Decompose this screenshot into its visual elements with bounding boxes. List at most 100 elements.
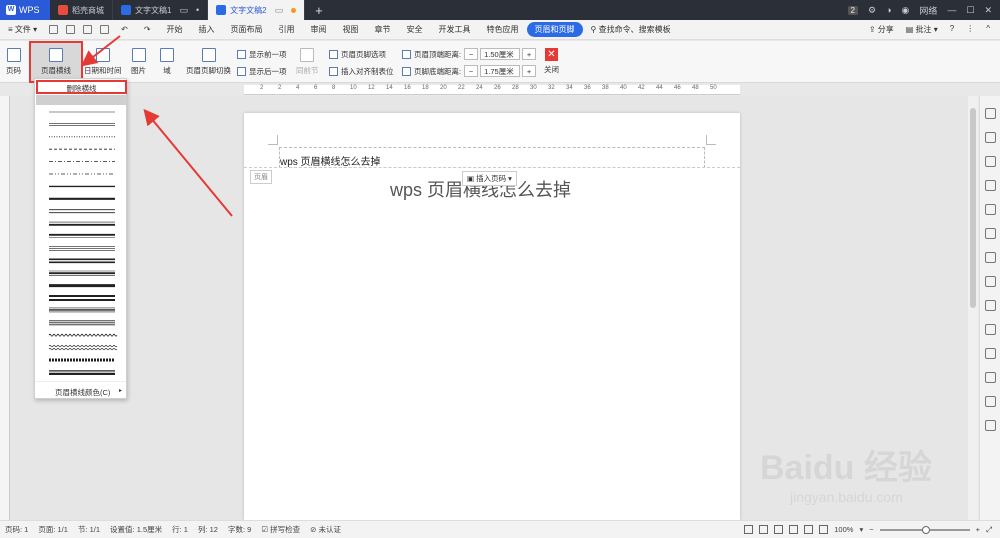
zoom-in-icon[interactable]: + bbox=[976, 525, 980, 534]
print-preview-icon[interactable] bbox=[66, 25, 76, 34]
line-style-option[interactable] bbox=[49, 307, 115, 313]
status-setting[interactable]: 设置值: 1.5厘米 bbox=[105, 524, 167, 535]
page-number-button[interactable]: 页码 bbox=[6, 48, 21, 76]
header-top-stepper[interactable]: − 1.50厘米 + bbox=[464, 48, 537, 60]
chevron-down-icon[interactable]: ▾ bbox=[859, 525, 863, 534]
switch-button[interactable]: 页眉页脚切换 bbox=[186, 48, 231, 76]
document-page[interactable]: wps 页眉横线怎么去掉 页眉 wps 页眉横线怎么去掉 ▣ 插入页码 ▾ bbox=[244, 113, 740, 520]
account-icon[interactable]: ◉ bbox=[902, 5, 910, 16]
redo-icon[interactable]: ↷ bbox=[136, 25, 159, 34]
tab-screen-icon[interactable]: ▭ bbox=[179, 5, 188, 16]
table-icon[interactable] bbox=[985, 180, 996, 191]
line-style-option[interactable] bbox=[48, 333, 118, 337]
web-view-icon[interactable] bbox=[804, 525, 814, 534]
cert-status[interactable]: ⊘ 未认证 bbox=[305, 524, 346, 535]
insert-page-number-button[interactable]: ▣ 插入页码 ▾ bbox=[462, 171, 517, 186]
help-icon[interactable] bbox=[985, 420, 996, 431]
field-button[interactable]: 域 bbox=[160, 48, 174, 76]
select-icon[interactable] bbox=[985, 132, 996, 143]
menu-review[interactable]: 审阅 bbox=[303, 24, 335, 35]
menu-start[interactable]: 开始 bbox=[159, 24, 191, 35]
tab-doc1[interactable]: 文字文稿1 ▭ • bbox=[113, 0, 209, 20]
close-header-footer-button[interactable]: ✕ 关闭 bbox=[544, 48, 559, 75]
date-time-button[interactable]: 日期和时间 bbox=[84, 48, 122, 76]
zoom-out-icon[interactable]: − bbox=[869, 525, 873, 534]
menu-security[interactable]: 安全 bbox=[399, 24, 431, 35]
line-style-option[interactable] bbox=[49, 221, 115, 226]
header-text[interactable]: wps 页眉横线怎么去掉 bbox=[280, 153, 381, 168]
tab-daoke[interactable]: 稻壳商城 bbox=[50, 0, 113, 20]
increment-button[interactable]: + bbox=[522, 48, 537, 60]
help-button[interactable]: ? bbox=[950, 24, 954, 35]
menu-header-footer[interactable]: 页眉和页脚 bbox=[526, 22, 583, 37]
more-icon[interactable]: ⋮ bbox=[966, 24, 974, 35]
line-style-option[interactable] bbox=[49, 233, 115, 238]
scroll-thumb[interactable] bbox=[970, 108, 976, 308]
vertical-scrollbar[interactable] bbox=[968, 96, 978, 520]
history-icon[interactable] bbox=[985, 372, 996, 383]
vertical-ruler[interactable] bbox=[0, 96, 10, 520]
spell-check-button[interactable]: ☑ 拼写检查 bbox=[256, 524, 305, 535]
status-page[interactable]: 页码: 1 bbox=[0, 524, 33, 535]
hf-options-button[interactable]: 页眉页脚选项 bbox=[329, 49, 386, 60]
line-style-option[interactable] bbox=[49, 246, 115, 251]
minimize-icon[interactable]: — bbox=[947, 5, 956, 15]
decrement-button[interactable]: − bbox=[464, 48, 479, 60]
line-style-option[interactable] bbox=[49, 258, 115, 264]
line-styles-list[interactable] bbox=[35, 79, 128, 379]
show-next-button[interactable]: 显示后一项 bbox=[237, 66, 287, 77]
layout-icon[interactable] bbox=[985, 324, 996, 335]
page-count-badge[interactable]: 2 bbox=[847, 5, 858, 15]
line-style-option[interactable] bbox=[49, 295, 115, 301]
wps-logo[interactable]: W WPS bbox=[0, 0, 50, 20]
tab-doc2[interactable]: 文字文稿2 ▭ bbox=[208, 0, 306, 20]
account-label[interactable]: 网络 bbox=[919, 4, 937, 17]
header-line-button[interactable]: 页眉横线 bbox=[29, 41, 83, 83]
collapse-icon[interactable]: ^ bbox=[986, 24, 990, 35]
page-view-icon[interactable] bbox=[789, 525, 799, 534]
doc-assistant-icon[interactable] bbox=[985, 252, 996, 263]
search-command[interactable]: ⚲ 查找命令、搜索模板 bbox=[583, 24, 679, 35]
undo-icon[interactable]: ↶ bbox=[113, 25, 136, 34]
image-icon[interactable] bbox=[985, 348, 996, 359]
line-style-option[interactable] bbox=[49, 270, 115, 276]
zoom-slider[interactable] bbox=[879, 525, 970, 534]
comment-button[interactable]: ▤ 批注 ▾ bbox=[906, 24, 938, 35]
menu-layout[interactable]: 页面布局 bbox=[223, 24, 271, 35]
header-top-input[interactable]: 1.50厘米 bbox=[480, 48, 521, 60]
tab-screen-icon[interactable]: ▭ bbox=[275, 5, 284, 16]
decrement-button[interactable]: − bbox=[464, 65, 479, 77]
same-as-prev-button[interactable]: 同前节 bbox=[296, 48, 319, 76]
menu-special[interactable]: 特色应用 bbox=[479, 24, 527, 35]
close-icon[interactable]: ✕ bbox=[984, 5, 992, 16]
skin-icon[interactable]: ◑ bbox=[886, 5, 891, 15]
filter-icon[interactable] bbox=[985, 204, 996, 215]
status-section[interactable]: 节: 1/1 bbox=[73, 524, 105, 535]
menu-section[interactable]: 章节 bbox=[367, 24, 399, 35]
backup-icon[interactable] bbox=[985, 396, 996, 407]
expand-icon[interactable]: ⤢ bbox=[986, 525, 992, 535]
edit-icon[interactable] bbox=[985, 108, 996, 119]
export-pdf-icon[interactable] bbox=[100, 25, 110, 34]
status-pages[interactable]: 页面: 1/1 bbox=[33, 524, 73, 535]
line-style-option[interactable] bbox=[48, 345, 118, 351]
share-button[interactable]: ⇪ 分享 bbox=[869, 24, 894, 35]
settings-icon[interactable]: ⚙ bbox=[868, 5, 876, 16]
print-icon[interactable] bbox=[83, 25, 93, 34]
horizontal-ruler[interactable]: 2 2 4 6 8 10 12 14 16 18 20 22 24 26 28 30 32 34 36 38 40 42 4… bbox=[244, 85, 740, 95]
line-color-option[interactable]: 页眉横线颜色(C) ▸ bbox=[35, 381, 126, 398]
footer-bottom-stepper[interactable]: − 1.75厘米 + bbox=[464, 65, 537, 77]
menu-reference[interactable]: 引用 bbox=[271, 24, 303, 35]
add-tab-button[interactable]: + bbox=[305, 0, 333, 20]
fullscreen-icon[interactable] bbox=[744, 525, 754, 534]
file-menu[interactable]: ≡ 文件 ▾ bbox=[0, 24, 45, 35]
menu-insert[interactable]: 插入 bbox=[191, 24, 223, 35]
share-icon[interactable] bbox=[985, 276, 996, 287]
line-style-option[interactable] bbox=[49, 123, 115, 126]
increment-button[interactable]: + bbox=[522, 65, 537, 77]
outline-icon[interactable] bbox=[759, 525, 769, 534]
menu-view[interactable]: 视图 bbox=[335, 24, 367, 35]
shapes-icon[interactable] bbox=[985, 156, 996, 167]
edit-mode-icon[interactable] bbox=[774, 525, 784, 534]
maximize-icon[interactable]: ☐ bbox=[966, 5, 974, 16]
